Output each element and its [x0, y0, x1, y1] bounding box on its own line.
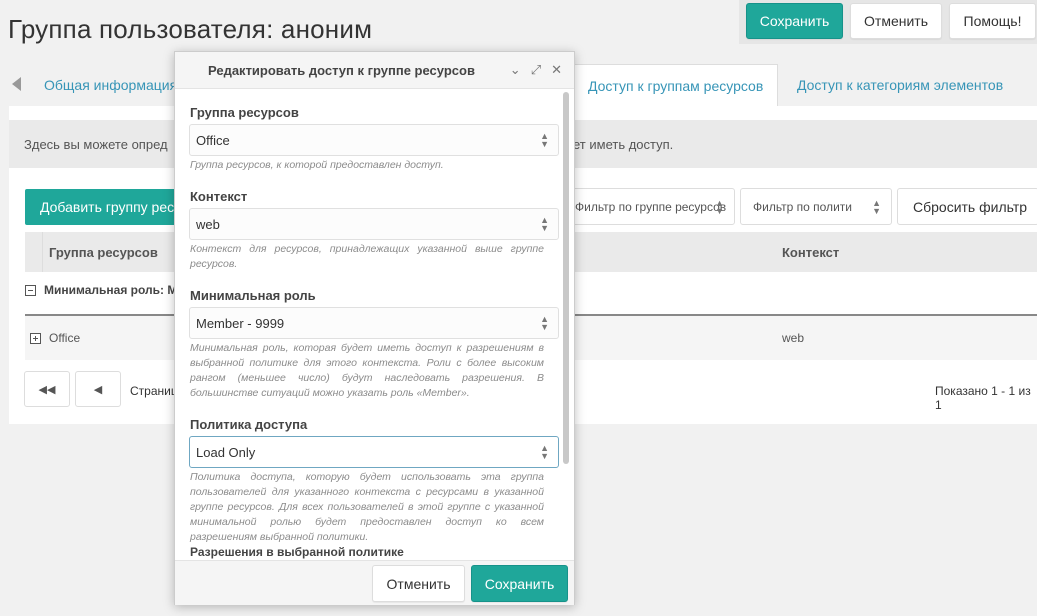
column-resource-group[interactable]: Группа ресурсов: [49, 245, 158, 260]
tab-resource-groups[interactable]: Доступ к группам ресурсов: [573, 64, 779, 106]
modal-save-button[interactable]: Сохранить: [471, 565, 568, 602]
permissions-title: Разрешения в выбранной политике: [190, 545, 404, 559]
min-role-help: Минимальная роль, которая будет иметь до…: [190, 342, 544, 399]
modal-tools: ⌄ ⤢ ✕: [510, 62, 562, 78]
select-arrows-icon: ▲ ▼: [872, 198, 881, 216]
top-actions: Сохранить Отменить Помощь!: [739, 0, 1037, 44]
modal-header[interactable]: Редактировать доступ к группе ресурсов ⌄…: [175, 52, 574, 89]
column-context[interactable]: Контекст: [782, 245, 839, 260]
group-row-label: Минимальная роль: М: [44, 283, 178, 297]
policy-value: Load Only: [196, 445, 256, 460]
tab-scroll-left-icon[interactable]: [12, 77, 21, 91]
resource-group-label: Группа ресурсов: [190, 105, 299, 120]
min-role-label: Минимальная роль: [190, 288, 316, 303]
resource-group-help: Группа ресурсов, к которой предоставлен …: [190, 159, 444, 171]
pager-label: Страниц: [130, 384, 178, 398]
save-button[interactable]: Сохранить: [746, 3, 843, 39]
policy-select[interactable]: Load Only ▲ ▼: [189, 436, 559, 468]
group-row[interactable]: Минимальная роль: М: [25, 283, 177, 297]
tab-element-categories[interactable]: Доступ к категориям элементов: [783, 64, 1017, 106]
min-role-select[interactable]: Member - 9999 ▲ ▼: [189, 307, 559, 339]
min-role-value: Member - 9999: [196, 316, 285, 331]
row-context: web: [782, 331, 805, 345]
modal-body: Группа ресурсов Office ▲ ▼ Группа ресурсо…: [175, 90, 574, 560]
select-arrows-icon: ▲ ▼: [540, 215, 549, 233]
maximize-icon[interactable]: ⤢: [531, 62, 541, 78]
policy-label: Политика доступа: [190, 417, 308, 432]
filter-policy-select[interactable]: Фильтр по полити ▲ ▼: [740, 188, 892, 225]
context-label: Контекст: [190, 189, 248, 204]
select-arrows-icon: ▲ ▼: [540, 443, 549, 461]
first-page-icon: ◀◀: [38, 383, 56, 396]
add-resource-group-button[interactable]: Добавить группу ресурсов: [25, 189, 195, 225]
first-page-button[interactable]: ◀◀: [24, 371, 70, 407]
resource-group-value: Office: [196, 133, 230, 148]
filter-resource-group-select[interactable]: Фильтр по группе ресурсов ▲ ▼: [562, 188, 735, 225]
notice-text: Здесь вы можете опред: [24, 137, 168, 152]
select-arrows-icon: ▲ ▼: [715, 198, 724, 216]
column-divider: [42, 232, 43, 272]
tab-general-info[interactable]: Общая информация: [30, 64, 191, 106]
prev-page-button[interactable]: ◀: [75, 371, 121, 407]
context-help: Контекст для ресурсов, принадлежащих ука…: [190, 243, 544, 270]
notice-text-end: ет иметь доступ.: [573, 137, 674, 152]
expand-icon[interactable]: [30, 332, 41, 344]
modal-title: Редактировать доступ к группе ресурсов: [208, 63, 475, 78]
page-title: Группа пользователя: аноним: [8, 14, 373, 44]
close-icon[interactable]: ✕: [551, 62, 562, 78]
reset-filter-button[interactable]: Сбросить фильтр: [897, 188, 1037, 225]
filter-resource-group-value: Фильтр по группе ресурсов: [575, 199, 727, 214]
prev-page-icon: ◀: [93, 383, 103, 396]
collapse-chevron-icon[interactable]: ⌄: [510, 62, 521, 78]
shown-count: Показано 1 - 1 из 1: [935, 384, 1031, 412]
cancel-button[interactable]: Отменить: [850, 3, 942, 39]
select-arrows-icon: ▲ ▼: [540, 131, 549, 149]
row-name-cell: Office: [30, 331, 80, 345]
modal-cancel-button[interactable]: Отменить: [372, 565, 465, 602]
resource-group-select[interactable]: Office ▲ ▼: [189, 124, 559, 156]
collapse-icon[interactable]: [25, 284, 36, 296]
help-button[interactable]: Помощь!: [949, 3, 1036, 39]
context-select[interactable]: web ▲ ▼: [189, 208, 559, 240]
modal-scrollbar[interactable]: [563, 92, 569, 464]
select-arrows-icon: ▲ ▼: [540, 314, 549, 332]
policy-help: Политика доступа, которую будет использо…: [190, 471, 544, 543]
context-value: web: [196, 217, 220, 232]
modal-footer: Отменить Сохранить: [175, 560, 574, 605]
edit-access-modal: Редактировать доступ к группе ресурсов ⌄…: [174, 51, 575, 605]
filter-policy-value: Фильтр по полити: [753, 199, 852, 214]
row-name: Office: [49, 331, 81, 345]
